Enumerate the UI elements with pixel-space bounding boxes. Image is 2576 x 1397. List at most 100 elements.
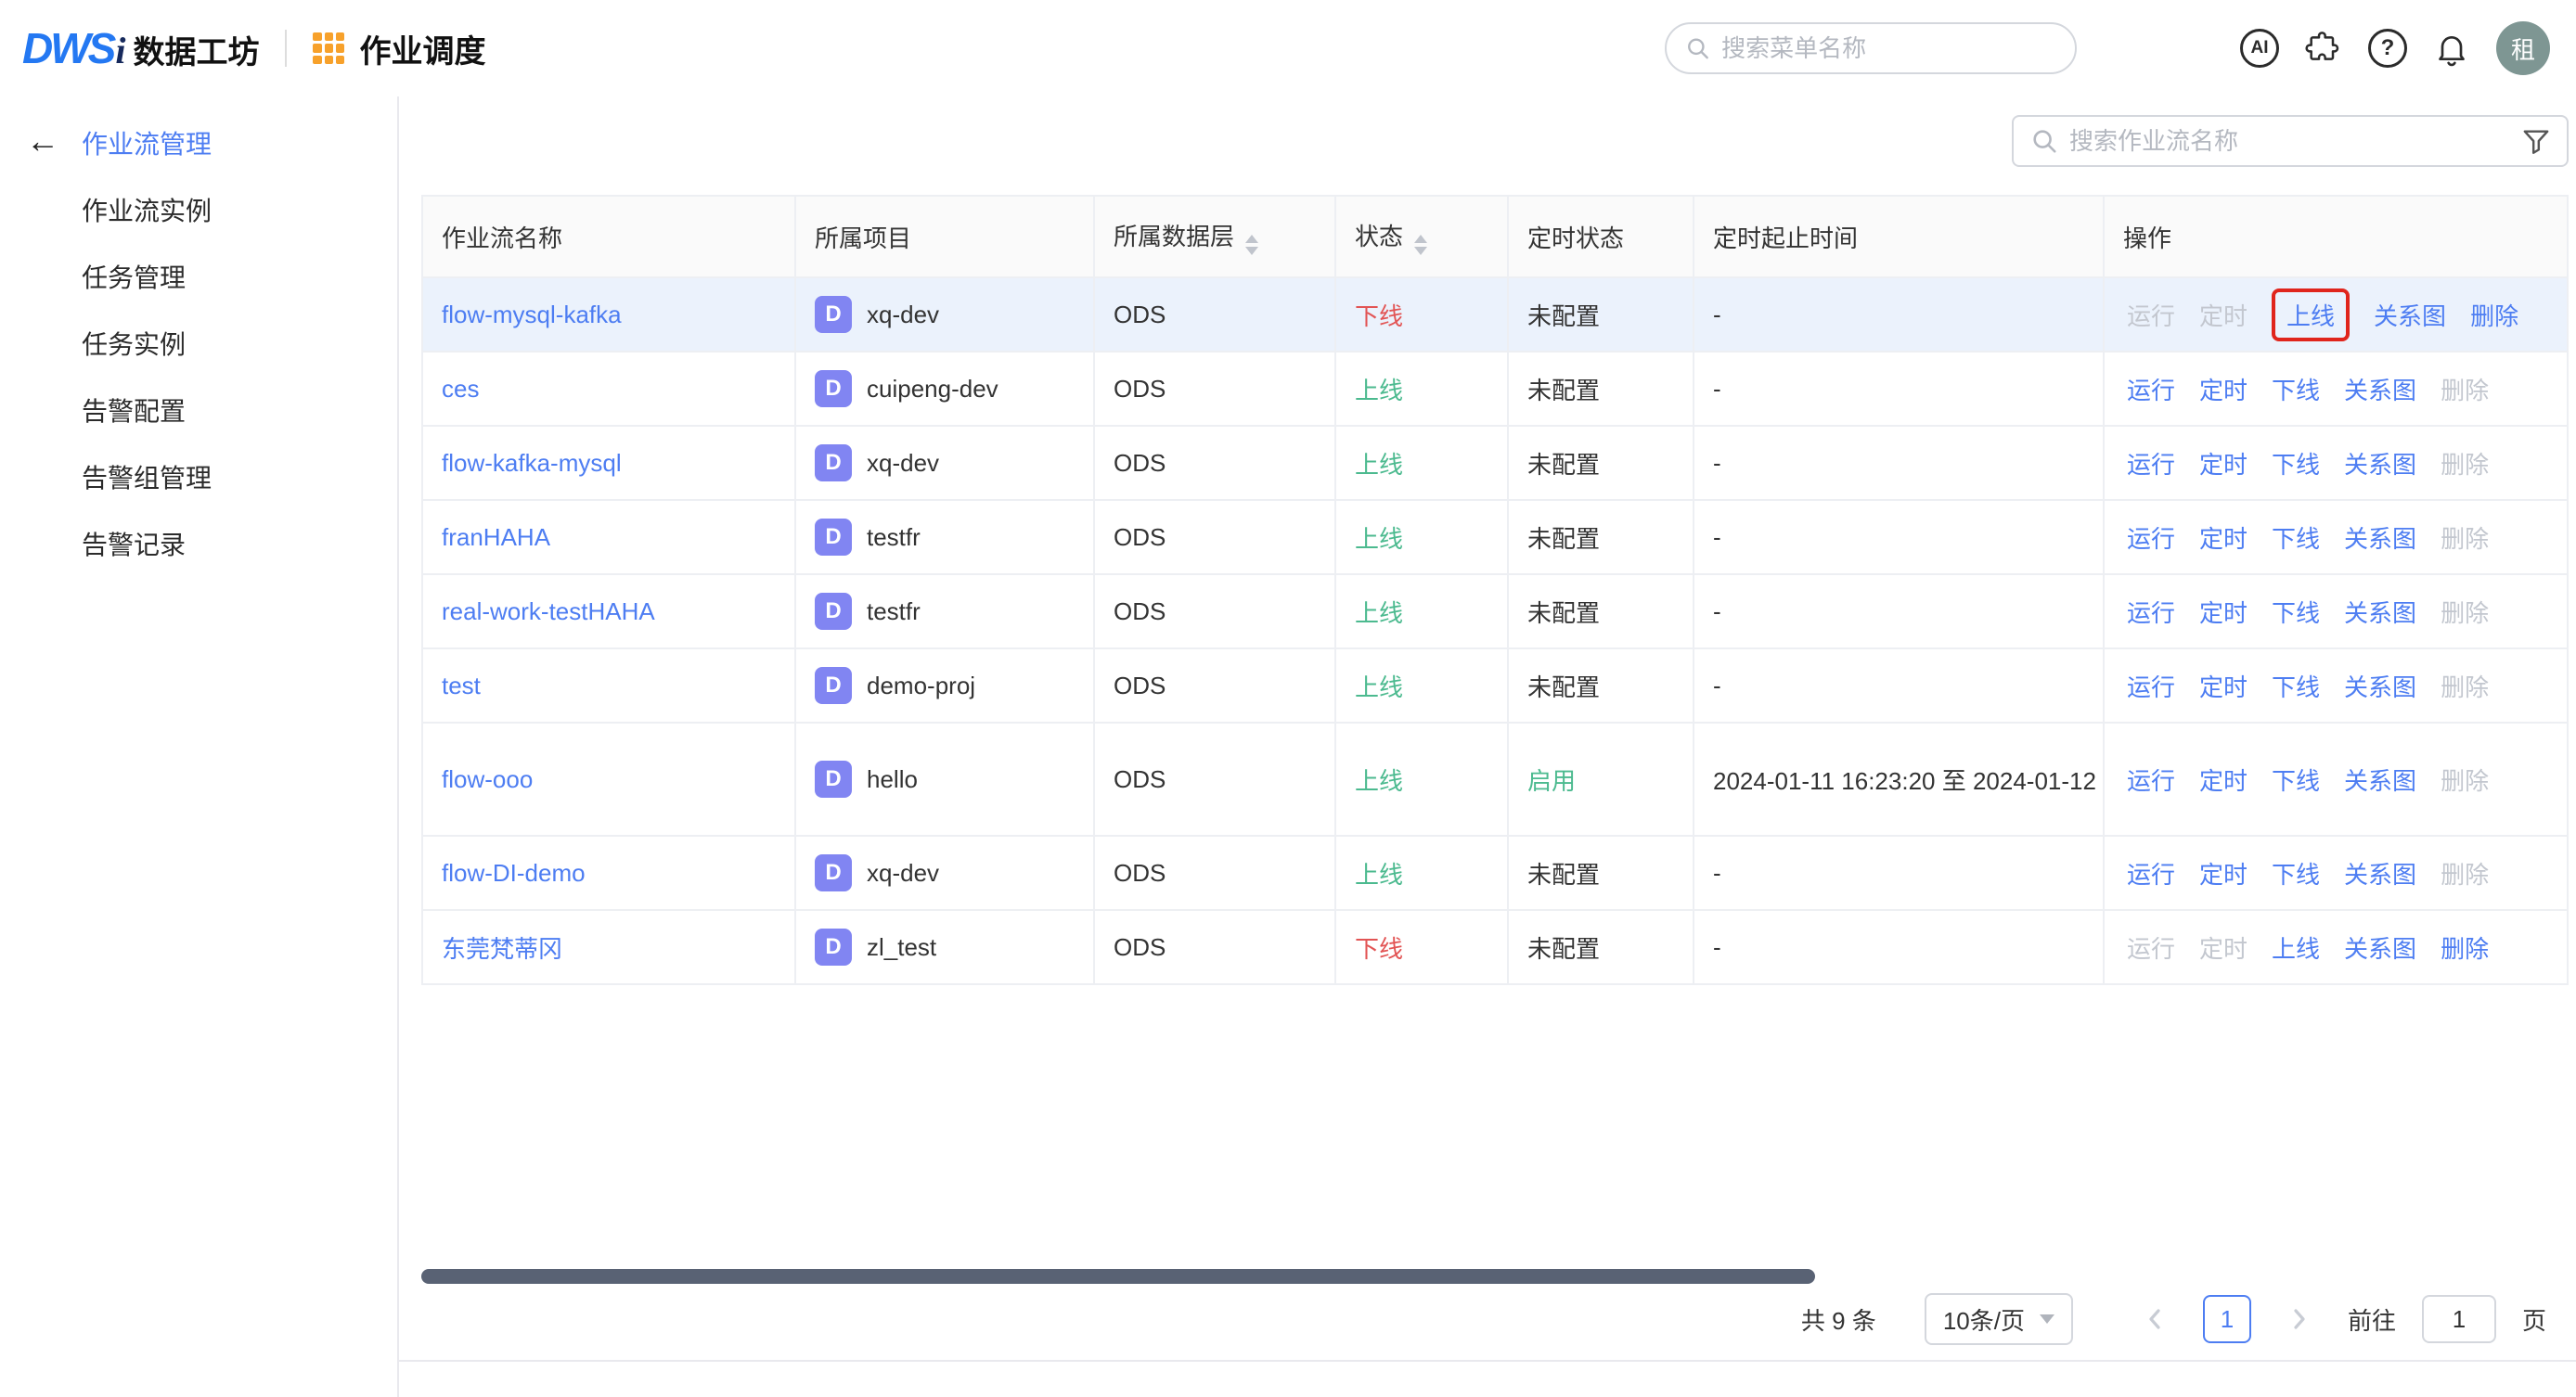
op-schedule[interactable]: 定时: [2199, 595, 2248, 629]
op-schedule[interactable]: 定时: [2199, 446, 2248, 481]
op-run[interactable]: 运行: [2127, 856, 2175, 891]
workflow-name-link[interactable]: ces: [442, 375, 479, 403]
op-online[interactable]: 上线: [2272, 930, 2320, 965]
column-header[interactable]: 状态: [1335, 196, 1508, 277]
app-grid-icon[interactable]: [313, 32, 344, 64]
timer-status: 启用: [1508, 723, 1694, 836]
op-schedule[interactable]: 定时: [2199, 372, 2248, 406]
time-range: -: [1694, 910, 2104, 984]
op-offline[interactable]: 下线: [2272, 520, 2320, 555]
op-relation-graph[interactable]: 关系图: [2344, 856, 2416, 891]
workflow-name-link[interactable]: flow-ooo: [442, 765, 533, 793]
op-delete[interactable]: 删除: [2441, 930, 2489, 965]
top-header: DWSi 数据工坊 作业调度 AI ? 租: [0, 0, 2576, 96]
project-name: zl_test: [867, 933, 936, 962]
op-schedule[interactable]: 定时: [2199, 669, 2248, 703]
ai-assistant-icon[interactable]: AI: [2240, 29, 2279, 68]
op-offline[interactable]: 下线: [2272, 595, 2320, 629]
search-icon: [1685, 34, 1710, 62]
op-run[interactable]: 运行: [2127, 763, 2175, 797]
op-run[interactable]: 运行: [2127, 372, 2175, 406]
sidebar-item-alert-records[interactable]: 告警记录: [0, 512, 397, 579]
project-badge: D: [815, 593, 852, 630]
sidebar-item-workflow-management[interactable]: 作业流管理: [0, 111, 397, 178]
goto-label: 前往: [2348, 1302, 2396, 1337]
workflow-name-link[interactable]: 东莞梵蒂冈: [442, 935, 562, 963]
bell-icon[interactable]: [2433, 30, 2470, 67]
timer-status: 未配置: [1508, 277, 1694, 352]
project-cell: Dtestfr: [815, 593, 1093, 630]
op-relation-graph[interactable]: 关系图: [2344, 669, 2416, 703]
current-page-button[interactable]: 1: [2203, 1295, 2251, 1343]
status: 上线: [1335, 836, 1508, 910]
menu-search-box[interactable]: [1665, 22, 2077, 74]
op-run[interactable]: 运行: [2127, 669, 2175, 703]
data-layer: ODS: [1094, 352, 1335, 426]
op-relation-graph[interactable]: 关系图: [2344, 446, 2416, 481]
data-layer: ODS: [1094, 500, 1335, 574]
project-name: xq-dev: [867, 859, 939, 888]
workflow-search-box[interactable]: [2012, 115, 2569, 167]
goto-unit: 页: [2522, 1302, 2546, 1337]
table-row: 东莞梵蒂冈Dzl_testODS下线未配置-运行定时上线关系图删除: [422, 910, 2568, 984]
op-run: 运行: [2127, 930, 2175, 965]
prev-page-button[interactable]: [2132, 1297, 2177, 1341]
workflow-name-link[interactable]: test: [442, 672, 481, 699]
workflow-search-input[interactable]: [2069, 127, 2511, 156]
sidebar-item-task-instances[interactable]: 任务实例: [0, 312, 397, 378]
sidebar-item-task-management[interactable]: 任务管理: [0, 245, 397, 312]
op-relation-graph[interactable]: 关系图: [2344, 763, 2416, 797]
sidebar-item-workflow-instances[interactable]: 作业流实例: [0, 178, 397, 245]
op-offline[interactable]: 下线: [2272, 446, 2320, 481]
sidebar-item-alert-group-management[interactable]: 告警组管理: [0, 445, 397, 512]
timer-status: 未配置: [1508, 648, 1694, 723]
op-schedule[interactable]: 定时: [2199, 520, 2248, 555]
op-offline[interactable]: 下线: [2272, 669, 2320, 703]
pagination: 共 9 条 10条/页 1 前往 页: [1801, 1293, 2546, 1345]
workflow-name-link[interactable]: franHAHA: [442, 523, 550, 551]
op-schedule[interactable]: 定时: [2199, 763, 2248, 797]
column-header: 作业流名称: [422, 196, 795, 277]
project-badge: D: [815, 929, 852, 966]
help-icon[interactable]: ?: [2368, 29, 2407, 68]
logo-suffix-text: 数据工坊: [133, 27, 259, 72]
op-relation-graph[interactable]: 关系图: [2374, 298, 2446, 332]
op-run[interactable]: 运行: [2127, 520, 2175, 555]
project-cell: Dzl_test: [815, 929, 1093, 966]
op-run[interactable]: 运行: [2127, 446, 2175, 481]
op-online[interactable]: 上线: [2272, 288, 2350, 341]
op-delete[interactable]: 删除: [2470, 298, 2518, 332]
op-offline[interactable]: 下线: [2272, 856, 2320, 891]
op-offline[interactable]: 下线: [2272, 372, 2320, 406]
menu-search-input[interactable]: [1721, 34, 2056, 63]
op-relation-graph[interactable]: 关系图: [2344, 520, 2416, 555]
page-size-select[interactable]: 10条/页: [1925, 1293, 2073, 1345]
sidebar-item-alert-config[interactable]: 告警配置: [0, 378, 397, 445]
op-relation-graph[interactable]: 关系图: [2344, 595, 2416, 629]
op-delete: 删除: [2441, 595, 2489, 629]
op-relation-graph[interactable]: 关系图: [2344, 930, 2416, 965]
operations: 运行定时下线关系图删除: [2123, 595, 2567, 629]
goto-page-input[interactable]: [2422, 1295, 2496, 1343]
sort-icon[interactable]: [1245, 235, 1258, 255]
user-avatar[interactable]: 租: [2496, 21, 2550, 75]
workflow-name-link[interactable]: flow-kafka-mysql: [442, 449, 622, 477]
op-schedule[interactable]: 定时: [2199, 856, 2248, 891]
scrollbar-thumb[interactable]: [421, 1269, 1815, 1284]
horizontal-scrollbar[interactable]: [421, 1269, 2567, 1284]
project-cell: Dcuipeng-dev: [815, 370, 1093, 407]
sort-icon[interactable]: [1414, 235, 1427, 255]
filter-icon[interactable]: [2522, 127, 2550, 155]
workflow-name-link[interactable]: flow-DI-demo: [442, 859, 586, 887]
status: 上线: [1335, 723, 1508, 836]
op-offline[interactable]: 下线: [2272, 763, 2320, 797]
back-arrow-icon[interactable]: ←: [26, 124, 59, 158]
workflow-name-link[interactable]: flow-mysql-kafka: [442, 301, 622, 328]
data-layer: ODS: [1094, 723, 1335, 836]
next-page-button[interactable]: [2277, 1297, 2322, 1341]
workflow-name-link[interactable]: real-work-testHAHA: [442, 597, 655, 625]
op-relation-graph[interactable]: 关系图: [2344, 372, 2416, 406]
plugin-icon[interactable]: [2305, 30, 2342, 67]
column-header[interactable]: 所属数据层: [1094, 196, 1335, 277]
op-run[interactable]: 运行: [2127, 595, 2175, 629]
